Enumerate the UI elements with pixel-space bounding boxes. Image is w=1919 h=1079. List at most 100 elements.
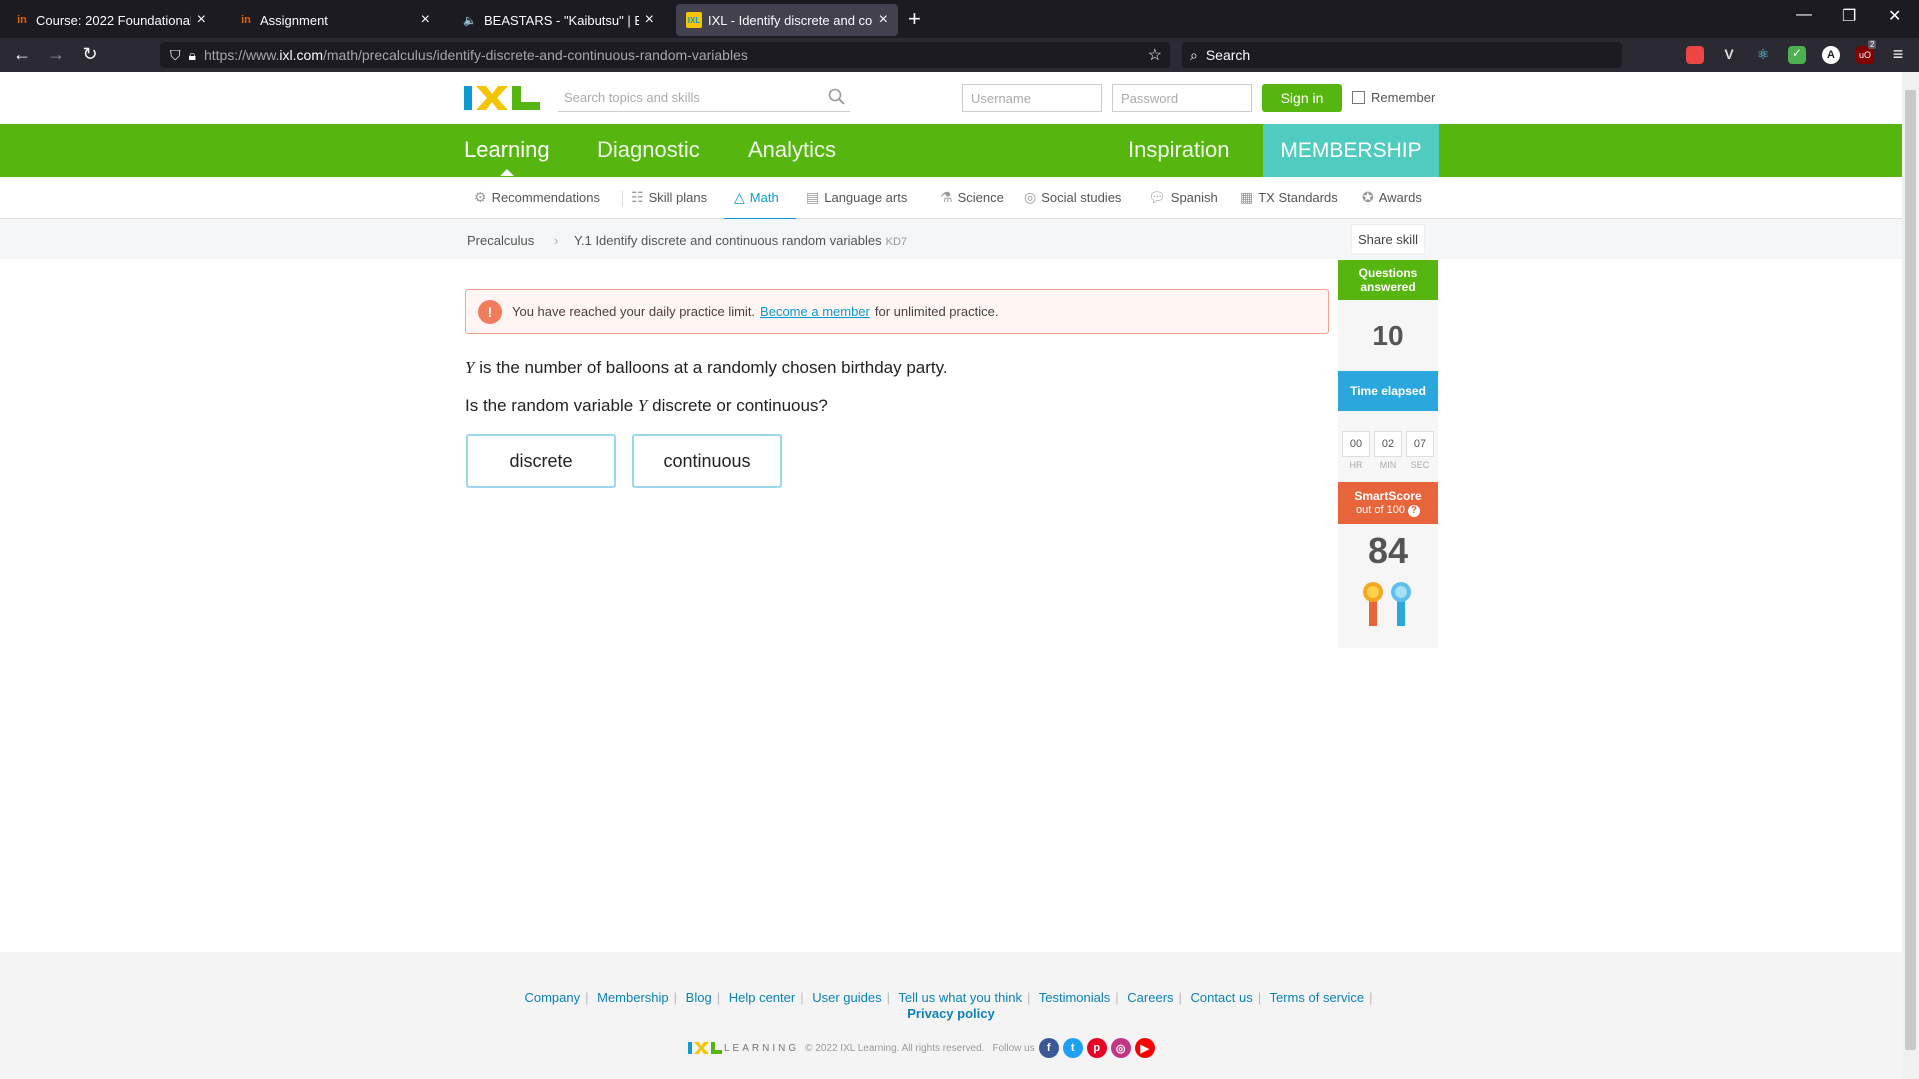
password-field[interactable]: Password <box>1112 84 1252 112</box>
site-footer: Company | Membership | Blog | Help center | … <box>0 952 1902 1079</box>
new-tab-icon[interactable]: + <box>908 6 921 32</box>
site-search-input[interactable]: Search topics and skills <box>558 84 850 112</box>
instagram-icon[interactable]: ◎ <box>1110 1038 1131 1058</box>
react-devtools-icon[interactable]: ⚛ <box>1754 46 1772 64</box>
forward-icon[interactable]: → <box>44 44 68 65</box>
share-skill-button[interactable]: Share skill <box>1351 224 1425 254</box>
speaker-icon[interactable]: 🔈 <box>462 12 478 28</box>
ixl-logo[interactable] <box>464 84 544 112</box>
address-bar[interactable]: ⛉ 🔒︎ https://www. ixl.com/math/precalculu… <box>160 42 1170 68</box>
subnav-label: Awards <box>1378 190 1422 205</box>
account-extension-icon[interactable]: A <box>1822 46 1840 64</box>
twitter-icon[interactable]: t <box>1062 1038 1083 1058</box>
breadcrumb-course[interactable]: Precalculus <box>467 233 534 248</box>
subnav-social-studies[interactable]: ◎ Social studies <box>1024 189 1121 206</box>
close-tab-icon[interactable]: × <box>197 11 206 29</box>
minimize-icon[interactable]: — <box>1796 6 1812 24</box>
footer-link-help-center[interactable]: Help center <box>729 990 795 1005</box>
tab-ixl[interactable]: IXL IXL - Identify discrete and conti × <box>676 4 898 36</box>
close-tab-icon[interactable]: × <box>879 11 888 29</box>
help-icon[interactable]: ? <box>1407 505 1420 517</box>
footer-link-company[interactable]: Company <box>524 990 580 1005</box>
book-icon: ▤ <box>806 189 820 205</box>
alert-text: You have reached your daily practice lim… <box>512 304 756 319</box>
footer-link-privacy[interactable]: Privacy policy <box>0 1006 1902 1021</box>
footer-link-careers[interactable]: Careers <box>1127 990 1173 1005</box>
subnav-label: Science <box>957 190 1004 205</box>
close-tab-icon[interactable]: × <box>421 11 430 29</box>
reload-icon[interactable]: ↻ <box>78 44 102 65</box>
become-member-link[interactable]: Become a member <box>760 304 870 319</box>
question-text: discrete or continuous? <box>647 396 828 415</box>
close-window-icon[interactable]: ✕ <box>1888 6 1901 26</box>
close-tab-icon[interactable]: × <box>645 11 654 29</box>
footer-link-membership[interactable]: Membership <box>597 990 669 1005</box>
extension-icon[interactable] <box>1686 46 1704 64</box>
scrollbar-thumb[interactable] <box>1905 90 1916 1050</box>
question-statement: Y is the number of balloons at a randoml… <box>465 358 948 378</box>
subnav-spanish[interactable]: 💬︎ Spanish <box>1148 189 1218 206</box>
award-ribbons-icon <box>1363 582 1411 626</box>
youtube-icon[interactable]: ▶ <box>1134 1038 1155 1058</box>
nav-learning[interactable]: Learning <box>464 137 550 176</box>
instructure-icon: in <box>17 14 27 26</box>
speech-bubble-icon: 💬︎ <box>1148 189 1166 205</box>
nav-diagnostic[interactable]: Diagnostic <box>597 137 700 163</box>
back-icon[interactable]: ← <box>10 44 34 65</box>
footer-link-testimonials[interactable]: Testimonials <box>1039 990 1111 1005</box>
checkmark-extension-icon[interactable]: ✓ <box>1788 46 1806 64</box>
footer-link-contact[interactable]: Contact us <box>1191 990 1253 1005</box>
alert-icon: ! <box>478 299 502 324</box>
password-placeholder: Password <box>1121 91 1179 106</box>
checkbox-box[interactable] <box>1352 91 1365 104</box>
subnav-awards[interactable]: ✪ Awards <box>1362 189 1422 206</box>
tab-title: Course: 2022 Foundational Data <box>36 12 191 28</box>
subnav-math[interactable]: △ Math <box>734 189 779 206</box>
subnav-label: Language arts <box>824 190 908 205</box>
question-text: is the number of balloons at a randomly … <box>474 358 948 377</box>
menu-icon[interactable]: ≡ <box>1886 44 1910 65</box>
pinterest-icon[interactable]: p <box>1086 1038 1107 1058</box>
subnav-label: Recommendations <box>491 190 600 205</box>
question-prompt: Is the random variable Y discrete or con… <box>465 396 828 416</box>
page-scrollbar[interactable] <box>1902 72 1919 1079</box>
subnav-science[interactable]: ⚗ Science <box>940 189 1004 206</box>
hours-label: HR <box>1349 460 1363 470</box>
footer-link-blog[interactable]: Blog <box>686 990 712 1005</box>
extension-badge: 2 <box>1868 40 1877 49</box>
practice-limit-alert: ! You have reached your daily practice l… <box>465 289 1329 334</box>
browser-search-bar[interactable]: ⌕ Search <box>1182 42 1622 68</box>
lock-icon[interactable]: 🔒︎ <box>189 47 196 64</box>
sign-in-button[interactable]: Sign in <box>1262 84 1342 112</box>
tab-assignment[interactable]: in Assignment × <box>228 4 440 36</box>
answer-discrete-button[interactable]: discrete <box>466 434 616 488</box>
tab-course[interactable]: in Course: 2022 Foundational Data × <box>4 4 216 36</box>
nav-membership[interactable]: MEMBERSHIP <box>1263 124 1439 177</box>
subnav-label: Math <box>749 190 779 205</box>
nav-analytics[interactable]: Analytics <box>748 137 836 163</box>
bookmark-star-icon[interactable]: ☆ <box>1148 45 1162 65</box>
footer-link-feedback[interactable]: Tell us what you think <box>898 990 1022 1005</box>
restore-icon[interactable]: ❐ <box>1842 6 1856 26</box>
smartscore-sub-text: out of 100 <box>1356 504 1405 516</box>
nav-inspiration[interactable]: Inspiration <box>1128 137 1230 163</box>
footer-link-terms[interactable]: Terms of service <box>1269 990 1364 1005</box>
subnav-tx-standards[interactable]: ▦ TX Standards <box>1240 189 1338 206</box>
facebook-icon[interactable]: f <box>1038 1038 1059 1058</box>
username-field[interactable]: Username <box>962 84 1102 112</box>
chevron-right-icon: › <box>554 233 559 248</box>
remember-checkbox[interactable]: Remember <box>1352 90 1435 105</box>
footer-link-user-guides[interactable]: User guides <box>812 990 881 1005</box>
breadcrumb-skill: Y.1 Identify discrete and continuous ran… <box>574 233 907 248</box>
subnav-label: Spanish <box>1170 190 1218 205</box>
subnav-recommendations[interactable]: ⚙ Recommendations <box>474 189 600 206</box>
browser-tab-bar: in Course: 2022 Foundational Data × in A… <box>0 0 1919 38</box>
subnav-language-arts[interactable]: ▤ Language arts <box>806 189 907 206</box>
shield-icon[interactable]: ⛉ <box>170 47 181 64</box>
vpn-extension-icon[interactable]: V <box>1720 46 1738 64</box>
answer-continuous-button[interactable]: continuous <box>632 434 782 488</box>
tab-beastars[interactable]: 🔈 BEASTARS - "Kaibutsu" | ENGLIS × <box>452 4 664 36</box>
globe-icon: ◎ <box>1024 189 1037 205</box>
subnav-skill-plans[interactable]: ☷ Skill plans <box>631 189 707 206</box>
search-icon[interactable] <box>828 88 846 109</box>
